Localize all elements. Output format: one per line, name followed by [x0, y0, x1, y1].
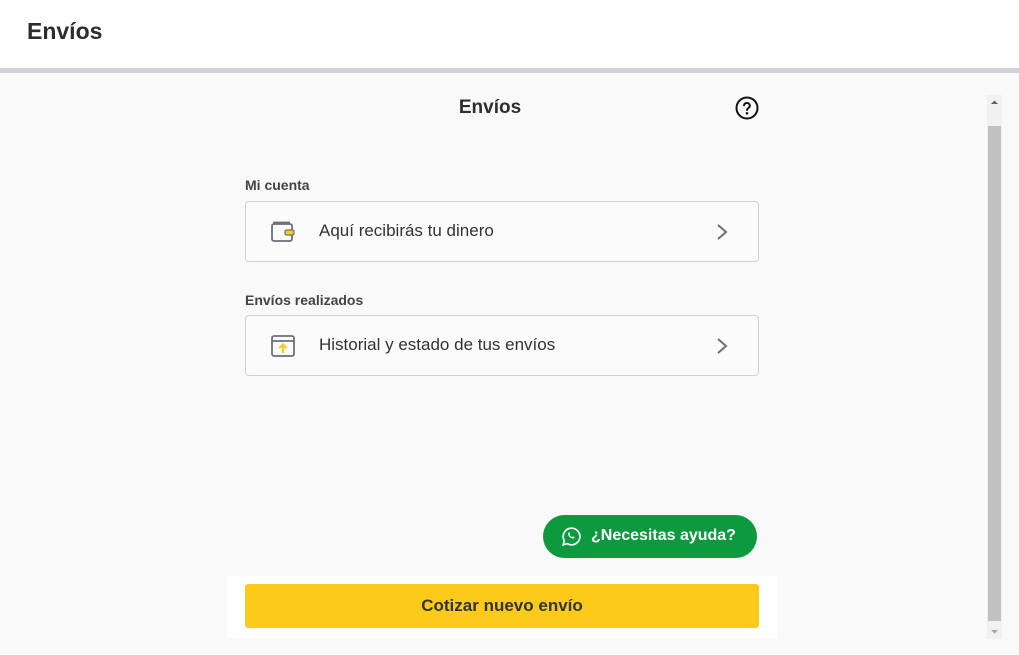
page-title: Envíos — [27, 18, 103, 44]
whatsapp-help-button[interactable]: ¿Necesitas ayuda? — [543, 515, 757, 558]
scroll-up-arrow-icon[interactable] — [987, 95, 1002, 110]
receive-money-label: Aquí recibirás tu dinero — [319, 221, 494, 240]
panel-title: Envíos — [458, 97, 522, 118]
shipment-history-card[interactable]: Historial y estado de tus envíos — [245, 315, 759, 376]
package-history-icon — [271, 335, 295, 357]
receive-money-card[interactable]: Aquí recibirás tu dinero — [245, 201, 759, 262]
help-button-label: ¿Necesitas ayuda? — [591, 527, 736, 544]
main-content: Envíos Mi cuenta Aquí recibirás tu diner… — [0, 73, 1019, 655]
question-circle-icon[interactable] — [735, 96, 759, 120]
wallet-icon — [271, 221, 295, 242]
chevron-right-icon — [717, 338, 728, 354]
quote-new-shipment-button[interactable]: Cotizar nuevo envío — [245, 584, 759, 628]
app-header: Envíos — [0, 0, 1019, 68]
scroll-down-arrow-icon[interactable] — [987, 624, 1002, 639]
footer-bar: Cotizar nuevo envío — [227, 576, 777, 638]
whatsapp-icon — [561, 527, 581, 546]
shipment-history-label: Historial y estado de tus envíos — [319, 335, 556, 354]
section-label-envios-realizados: Envíos realizados — [245, 292, 364, 308]
section-label-mi-cuenta: Mi cuenta — [245, 177, 310, 193]
chevron-right-icon — [717, 224, 728, 240]
scrollbar-thumb[interactable] — [988, 126, 1001, 621]
vertical-scrollbar[interactable] — [987, 95, 1002, 639]
